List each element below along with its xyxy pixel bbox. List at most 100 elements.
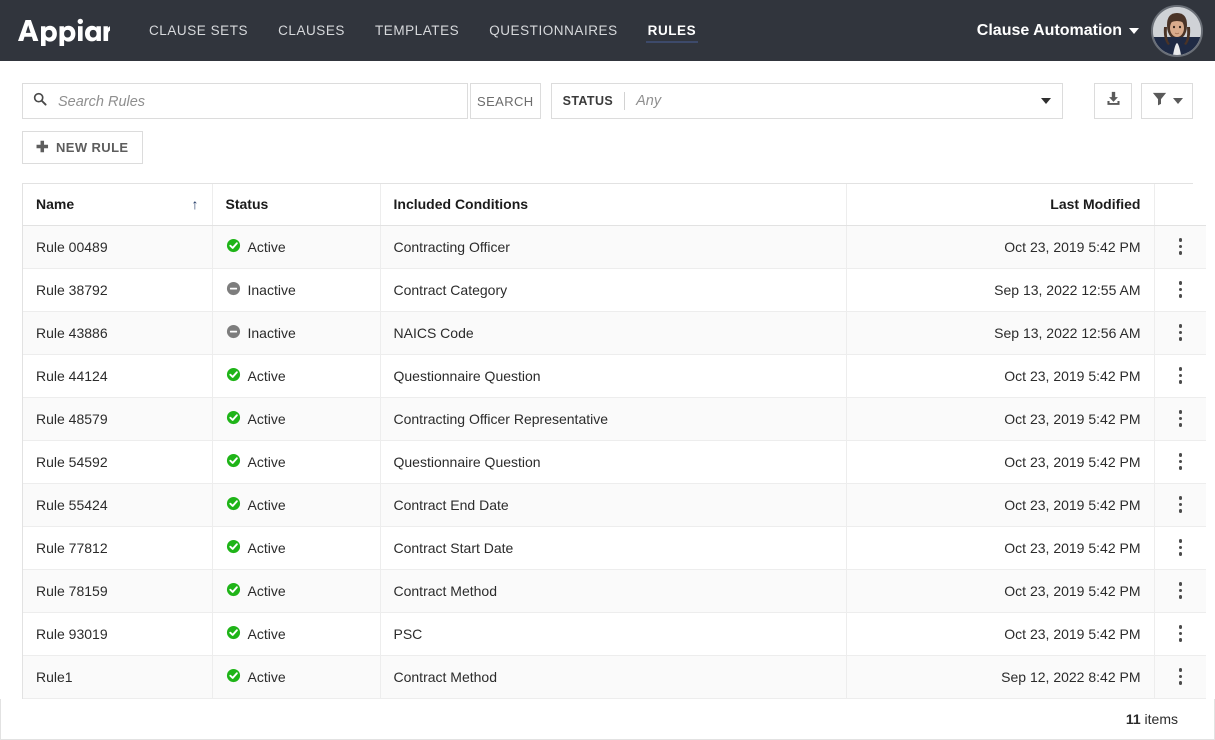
cell-last-modified: Oct 23, 2019 5:42 PM: [846, 483, 1155, 527]
cell-name[interactable]: Rule 78159: [23, 569, 213, 613]
cell-name[interactable]: Rule1: [23, 655, 213, 699]
cell-actions[interactable]: [1154, 526, 1206, 570]
cell-name[interactable]: Rule 38792: [23, 268, 213, 312]
new-rule-label: NEW RULE: [55, 140, 129, 155]
column-header-included-conditions[interactable]: Included Conditions: [380, 184, 847, 226]
cell-name[interactable]: Rule 00489: [23, 225, 213, 269]
check-circle-icon: [226, 668, 241, 686]
kebab-menu-icon[interactable]: [1168, 410, 1194, 427]
minus-circle-icon: [226, 324, 241, 342]
cell-last-modified: Oct 23, 2019 5:42 PM: [846, 612, 1155, 656]
cell-name[interactable]: Rule 54592: [23, 440, 213, 484]
cell-included-conditions: Contract Start Date: [380, 526, 847, 570]
column-header-status[interactable]: Status: [212, 184, 381, 226]
nav-item-clause-sets[interactable]: CLAUSE SETS: [134, 0, 263, 61]
export-button[interactable]: [1094, 83, 1132, 119]
cell-name[interactable]: Rule 48579: [23, 397, 213, 441]
table-row[interactable]: Rule 44124 Active Questionnaire Question Oc…: [23, 354, 1206, 398]
cell-actions[interactable]: [1154, 483, 1206, 527]
cell-status: Active: [212, 440, 381, 484]
cell-name[interactable]: Rule 93019: [23, 612, 213, 656]
site-name-menu[interactable]: Clause Automation: [977, 22, 1139, 40]
cell-actions[interactable]: [1154, 311, 1206, 355]
kebab-menu-icon[interactable]: [1168, 324, 1194, 341]
column-header-name[interactable]: Name ↑: [23, 184, 213, 226]
kebab-menu-icon[interactable]: [1168, 238, 1194, 255]
check-circle-icon: [226, 582, 241, 600]
table-row[interactable]: Rule 77812 Active Contract Start Date Oct 2…: [23, 526, 1206, 570]
avatar[interactable]: [1151, 4, 1203, 57]
table-row[interactable]: Rule 93019 Active PSC Oct 23, 2019 5:42 PM: [23, 612, 1206, 656]
kebab-menu-icon[interactable]: [1168, 496, 1194, 513]
cell-name[interactable]: Rule 43886: [23, 311, 213, 355]
table-row[interactable]: Rule 38792 Inactive Contract Category Sep 1…: [23, 268, 1206, 312]
kebab-menu-icon[interactable]: [1168, 453, 1194, 470]
cell-actions[interactable]: [1154, 655, 1206, 699]
kebab-menu-icon[interactable]: [1168, 281, 1194, 298]
plus-icon: ✚: [36, 139, 49, 156]
nav-item-templates[interactable]: TEMPLATES: [360, 0, 474, 61]
check-circle-icon: [226, 539, 241, 557]
column-header-actions: [1154, 184, 1206, 226]
cell-status: Active: [212, 655, 381, 699]
table-header-row: Name ↑ Status Included Conditions Last M…: [23, 184, 1206, 226]
kebab-menu-icon[interactable]: [1168, 539, 1194, 556]
search-box[interactable]: [22, 83, 468, 119]
search-button[interactable]: SEARCH: [470, 83, 541, 119]
cell-status: Active: [212, 397, 381, 441]
sort-ascending-arrow: ↑: [191, 196, 199, 213]
table-row[interactable]: Rule 48579 Active Contracting Officer Repr…: [23, 397, 1206, 441]
table-row[interactable]: Rule 54592 Active Questionnaire Question Oc…: [23, 440, 1206, 484]
status-label: Active: [247, 625, 286, 642]
cell-included-conditions: Questionnaire Question: [380, 354, 847, 398]
minus-circle-icon: [226, 281, 241, 299]
cell-actions[interactable]: [1154, 354, 1206, 398]
cell-status: Active: [212, 225, 381, 269]
status-label: Active: [247, 238, 286, 255]
status-label: Active: [247, 410, 286, 427]
cell-last-modified: Oct 23, 2019 5:42 PM: [846, 440, 1155, 484]
table-row[interactable]: Rule 78159 Active Contract Method Oct 23, 2…: [23, 569, 1206, 613]
status-filter-dropdown[interactable]: STATUS Any: [550, 83, 1063, 119]
kebab-menu-icon[interactable]: [1168, 625, 1194, 642]
cell-actions[interactable]: [1154, 268, 1206, 312]
new-rule-button[interactable]: ✚ NEW RULE: [22, 131, 143, 164]
column-header-last-modified[interactable]: Last Modified: [846, 184, 1155, 226]
nav-item-rules[interactable]: RULES: [633, 0, 712, 61]
table-row[interactable]: Rule1 Active Contract Method Sep 12, 2022 8…: [23, 655, 1206, 699]
cell-actions[interactable]: [1154, 440, 1206, 484]
cell-status: Active: [212, 526, 381, 570]
status-label: Active: [247, 668, 286, 685]
cell-last-modified: Oct 23, 2019 5:42 PM: [846, 569, 1155, 613]
cell-name[interactable]: Rule 55424: [23, 483, 213, 527]
table-row[interactable]: Rule 43886 Inactive NAICS Code Sep 13, 2022…: [23, 311, 1206, 355]
nav-item-clauses[interactable]: CLAUSES: [263, 0, 360, 61]
filter-button[interactable]: [1141, 83, 1193, 119]
cell-status: Active: [212, 354, 381, 398]
nav-item-questionnaires[interactable]: QUESTIONNAIRES: [474, 0, 632, 61]
table-footer: 11 items: [0, 698, 1215, 740]
kebab-menu-icon[interactable]: [1168, 367, 1194, 384]
status-label: Active: [247, 496, 286, 513]
cell-actions[interactable]: [1154, 225, 1206, 269]
kebab-menu-icon[interactable]: [1168, 582, 1194, 599]
cell-name[interactable]: Rule 77812: [23, 526, 213, 570]
search-input[interactable]: [56, 92, 457, 110]
main-navigation: CLAUSE SETS CLAUSES TEMPLATES QUESTIONNA…: [134, 0, 711, 61]
cell-included-conditions: Contract Method: [380, 569, 847, 613]
table-row[interactable]: Rule 55424 Active Contract End Date Oct 23,…: [23, 483, 1206, 527]
cell-actions[interactable]: [1154, 397, 1206, 441]
cell-name[interactable]: Rule 44124: [23, 354, 213, 398]
cell-status: Inactive: [212, 268, 381, 312]
funnel-icon: [1151, 90, 1168, 112]
cell-actions[interactable]: [1154, 569, 1206, 613]
cell-actions[interactable]: [1154, 612, 1206, 656]
new-rule-row: ✚ NEW RULE: [0, 119, 1215, 164]
cell-last-modified: Sep 12, 2022 8:42 PM: [846, 655, 1155, 699]
appian-logo[interactable]: [16, 14, 110, 48]
header-right-cluster: Clause Automation: [977, 0, 1203, 61]
cell-status: Active: [212, 569, 381, 613]
table-row[interactable]: Rule 00489 Active Contracting Officer Oct 2…: [23, 225, 1206, 269]
kebab-menu-icon[interactable]: [1168, 668, 1194, 685]
rules-table: Name ↑ Status Included Conditions Last M…: [22, 183, 1206, 699]
